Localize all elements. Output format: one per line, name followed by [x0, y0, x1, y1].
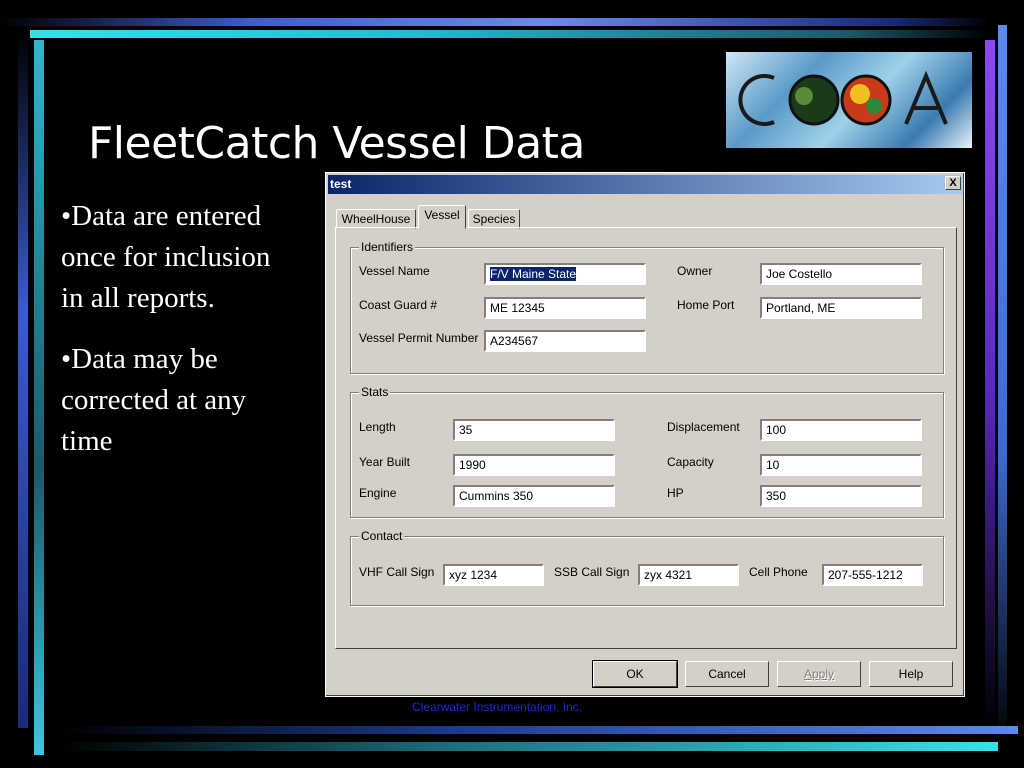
home-port-field[interactable]: Portland, ME: [760, 297, 922, 319]
capacity-field[interactable]: 10: [760, 454, 922, 476]
decor-bar: [998, 25, 1007, 745]
tab-species[interactable]: Species: [468, 209, 520, 229]
slide-title: FleetCatch Vessel Data: [88, 118, 585, 169]
displacement-label: Displacement: [667, 420, 740, 434]
permit-label: Vessel Permit Number: [359, 331, 479, 345]
group-label: Stats: [359, 385, 391, 399]
year-built-label: Year Built: [359, 455, 410, 469]
capacity-label: Capacity: [667, 455, 714, 469]
cell-field[interactable]: 207-555-1212: [822, 564, 923, 586]
stats-group: Stats Length 35 Displacement 100 Year Bu…: [350, 385, 944, 518]
help-button[interactable]: Help: [869, 661, 953, 687]
footer-text: Clearwater Instrumentation, Inc.: [412, 700, 583, 714]
hp-field[interactable]: 350: [760, 485, 922, 507]
tab-vessel[interactable]: Vessel: [418, 205, 466, 229]
group-label: Identifiers: [359, 240, 416, 254]
coa-logo: [726, 52, 972, 148]
vessel-dialog: test X WheelHouse Vessel Species Identif…: [325, 172, 965, 697]
vhf-label: VHF Call Sign: [359, 565, 435, 579]
apply-button[interactable]: Apply: [777, 661, 861, 687]
engine-field[interactable]: Cummins 350: [453, 485, 615, 507]
bullet-item: •Data may be corrected at any time: [61, 343, 247, 457]
decor-bar: [58, 726, 1018, 734]
decor-bar: [0, 18, 990, 26]
home-port-label: Home Port: [677, 298, 735, 312]
vessel-name-field[interactable]: F/V Maine State: [484, 263, 646, 285]
vessel-name-value: F/V Maine State: [490, 267, 577, 281]
slide: FleetCatch Vessel Data •Data are entered…: [0, 0, 1024, 768]
group-label: Contact: [359, 529, 405, 543]
vhf-field[interactable]: xyz 1234: [443, 564, 544, 586]
vessel-tab-panel: Identifiers Vessel Name F/V Maine State …: [335, 227, 957, 649]
coast-guard-field[interactable]: ME 12345: [484, 297, 646, 319]
dialog-titlebar[interactable]: test: [328, 175, 962, 194]
contact-group: Contact VHF Call Sign xyz 1234 SSB Call …: [350, 529, 944, 606]
permit-field[interactable]: A234567: [484, 330, 646, 352]
cell-label: Cell Phone: [749, 565, 808, 579]
tab-wheelhouse[interactable]: WheelHouse: [336, 209, 416, 229]
close-icon[interactable]: X: [945, 176, 961, 190]
decor-bar: [985, 40, 995, 730]
vessel-name-label: Vessel Name: [359, 264, 430, 278]
length-label: Length: [359, 420, 396, 434]
length-field[interactable]: 35: [453, 419, 615, 441]
dialog-title: test: [330, 177, 352, 191]
bullet-item: •Data are entered once for inclusion in …: [61, 200, 271, 314]
hp-label: HP: [667, 486, 684, 500]
ssb-field[interactable]: zyx 4321: [638, 564, 739, 586]
decor-bar: [34, 40, 44, 755]
decor-bar: [58, 742, 998, 751]
owner-field[interactable]: Joe Costello: [760, 263, 922, 285]
ssb-label: SSB Call Sign: [554, 565, 630, 579]
ok-button[interactable]: OK: [592, 660, 678, 688]
cancel-button[interactable]: Cancel: [685, 661, 769, 687]
identifiers-group: Identifiers Vessel Name F/V Maine State …: [350, 240, 944, 374]
decor-bar: [30, 30, 990, 38]
decor-bar: [18, 30, 28, 728]
bullet-list: •Data are entered once for inclusion in …: [61, 196, 291, 482]
engine-label: Engine: [359, 486, 397, 500]
displacement-field[interactable]: 100: [760, 419, 922, 441]
year-built-field[interactable]: 1990: [453, 454, 615, 476]
coast-guard-label: Coast Guard #: [359, 298, 438, 312]
owner-label: Owner: [677, 264, 713, 278]
